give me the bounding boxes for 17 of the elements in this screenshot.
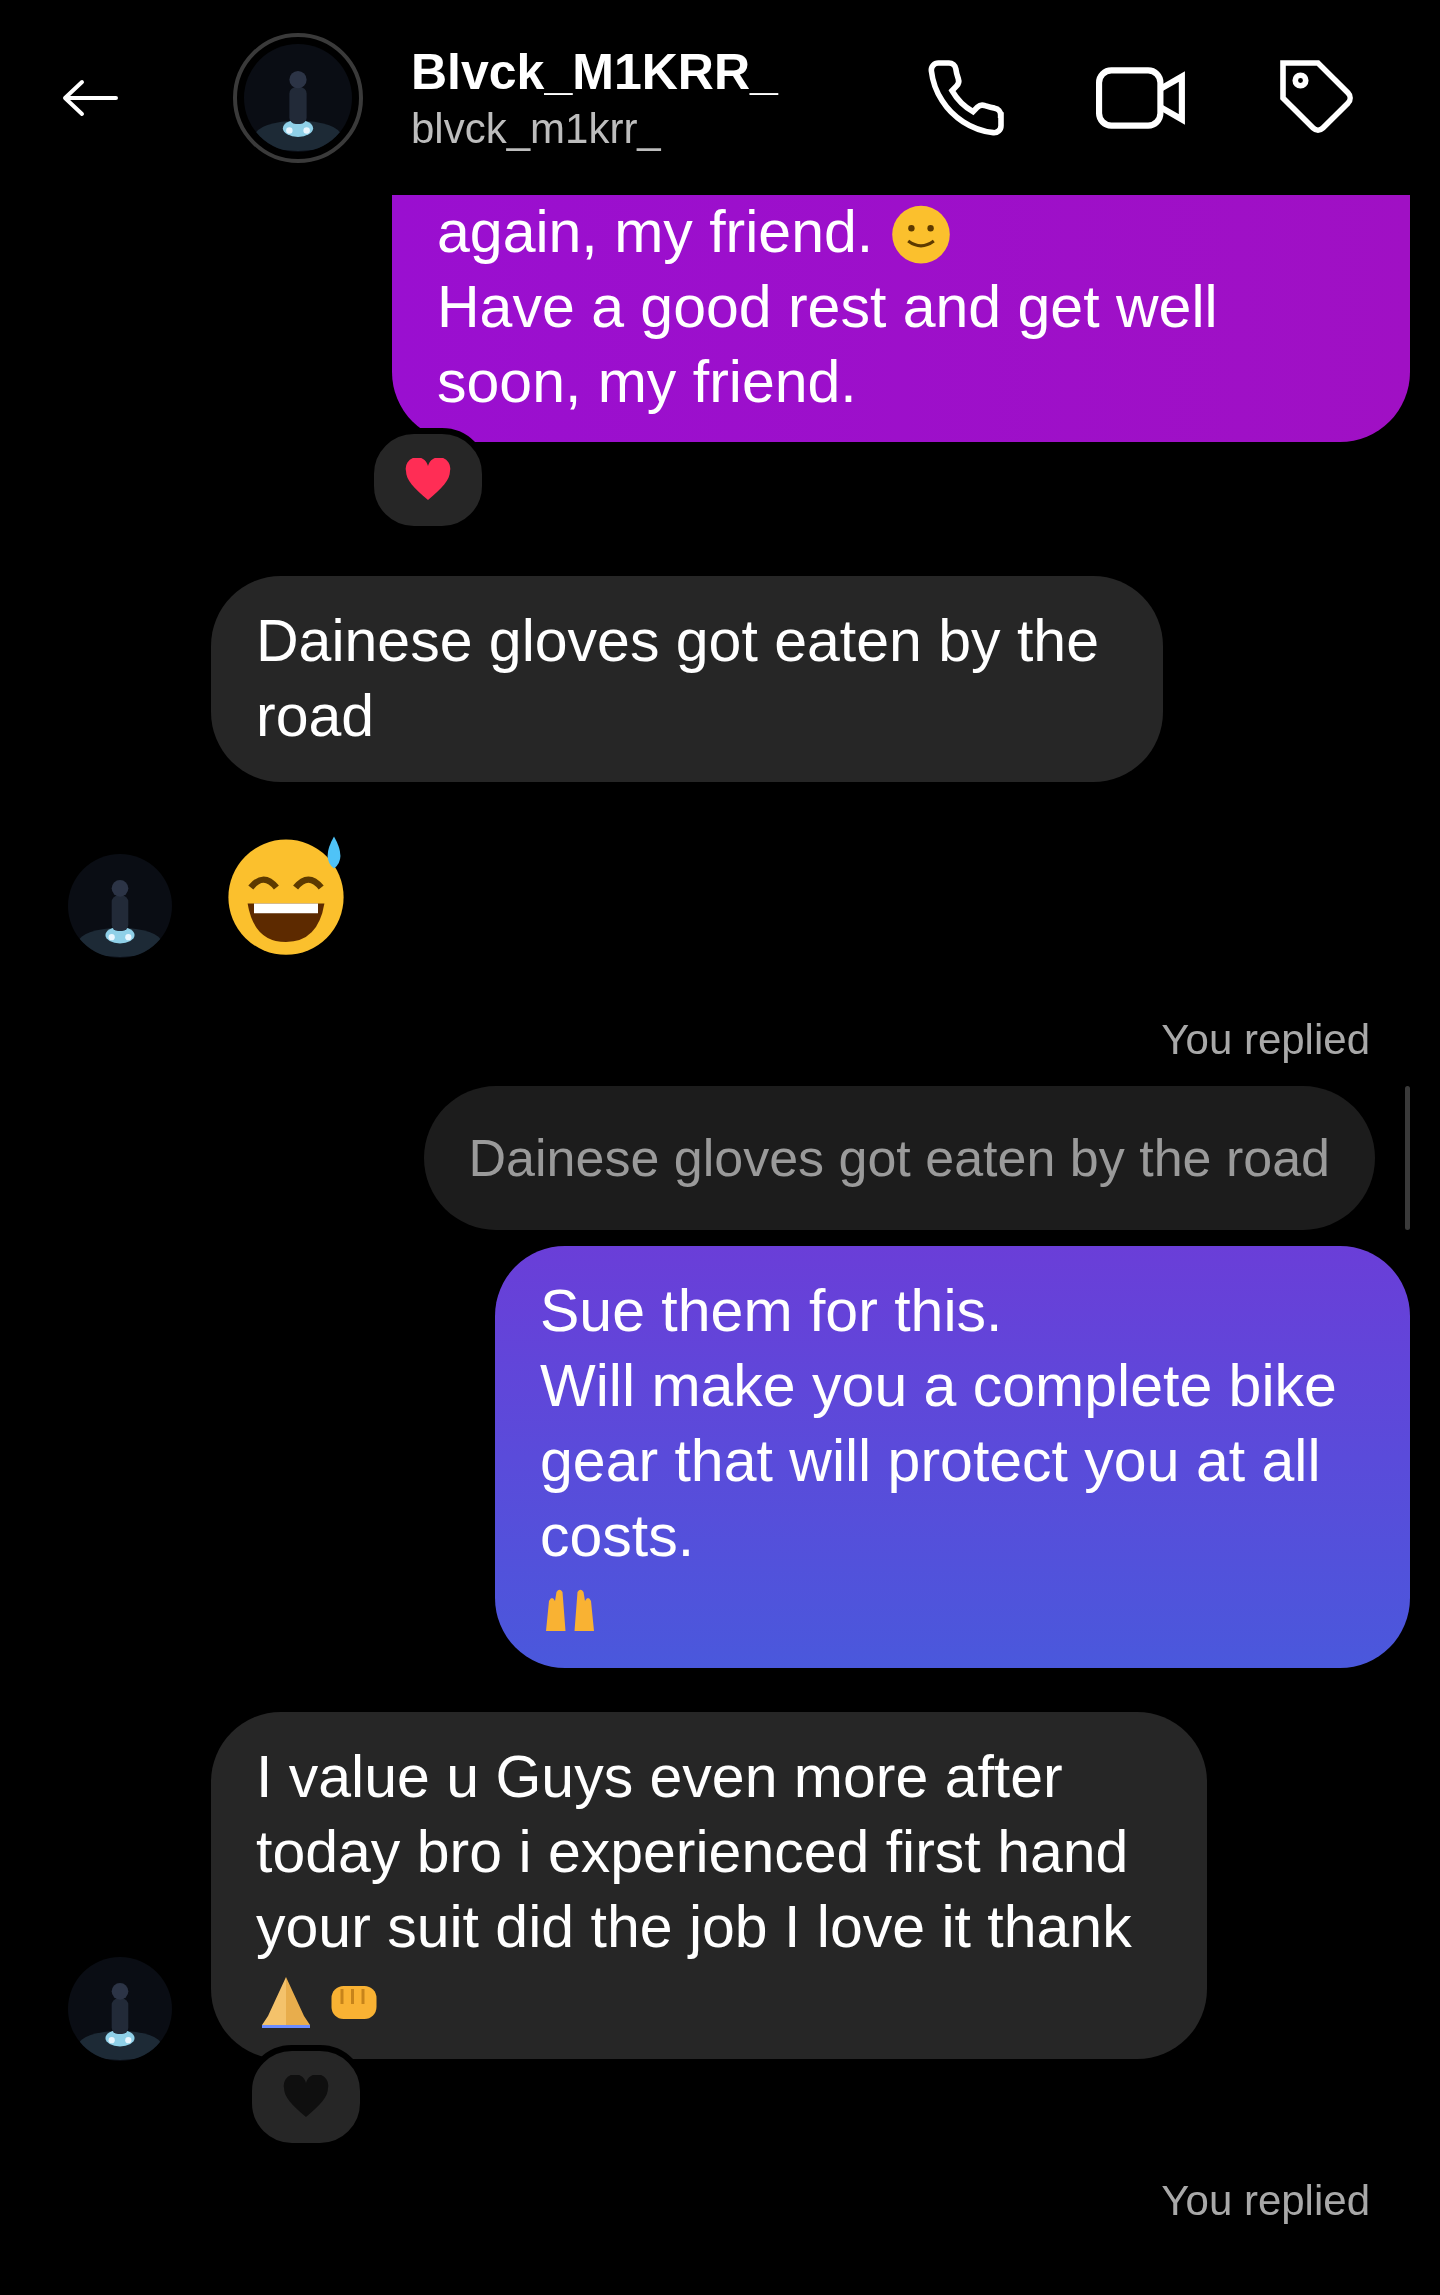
contact-name: Blvck_M1KRR_: [411, 42, 780, 102]
message-text: Sue them for this.: [540, 1277, 1003, 1346]
sent-message-bubble[interactable]: again, my friend. Have a good rest and get well soon, my friend.: [392, 195, 1410, 442]
reply-label: You replied: [1161, 1016, 1370, 1064]
message-text: I value u Guys even more after today bro i experienced first hand your suit did the job I love it thank: [256, 1743, 1133, 1962]
message-text: Will make you a complete bike gear that will protect you at all costs.: [540, 1352, 1338, 1571]
message-text: again, my friend.: [437, 198, 874, 267]
received-message-bubble[interactable]: I value u Guys even more after today bro i experienced first hand your suit did the job I love it thank: [211, 1712, 1207, 2059]
message-text: Dainese gloves got eaten by the road: [256, 607, 1100, 751]
message-text: Have a good rest and get well soon, my friend.: [437, 273, 1219, 417]
reply-label: You replied: [1161, 2177, 1370, 2225]
quoted-message[interactable]: Dainese gloves got eaten by the road: [423, 1086, 1375, 1230]
contact-username: blvck_m1krr_: [411, 103, 662, 154]
sent-message-bubble[interactable]: Sue them for this. Will make you a complete bike gear that will protect you at all costs.: [495, 1246, 1410, 1668]
back-button[interactable]: [60, 77, 120, 118]
received-message-bubble[interactable]: Dainese gloves got eaten by the road: [211, 576, 1163, 782]
profile-avatar[interactable]: [233, 32, 363, 163]
